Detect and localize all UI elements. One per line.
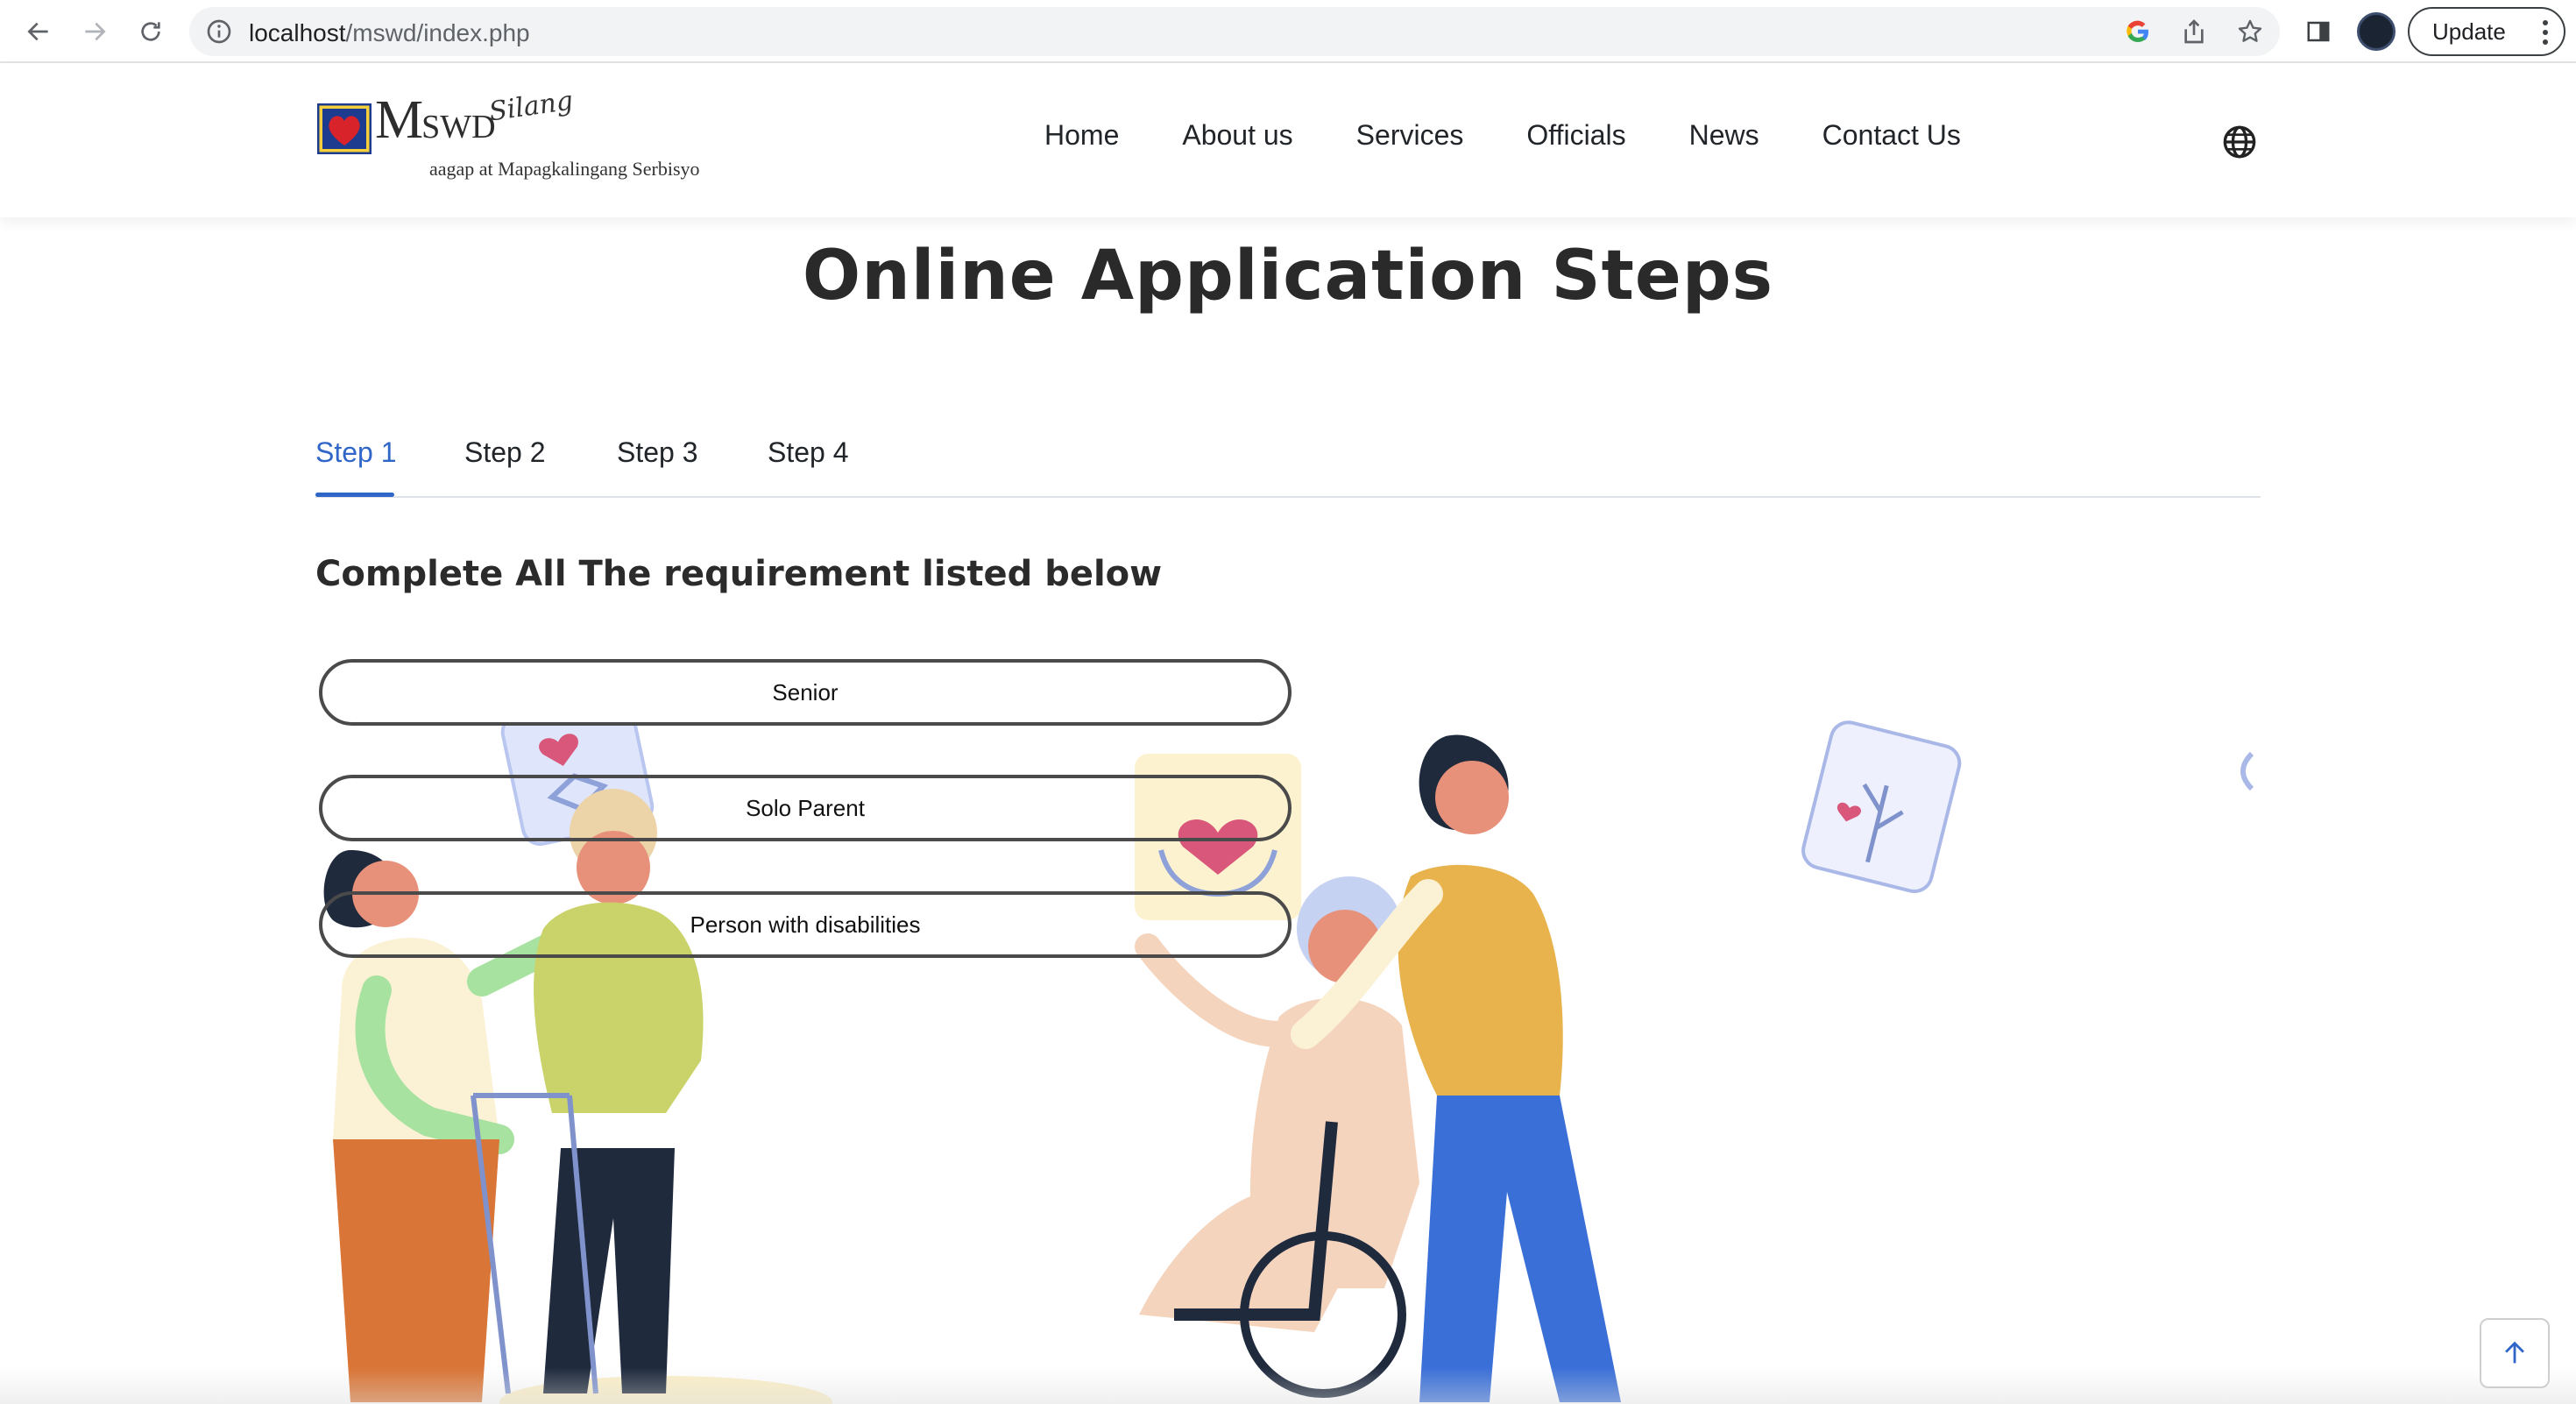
flower-card-icon: [1801, 720, 1962, 893]
bottom-shadow: [0, 1367, 2576, 1404]
step-tabs: Step 1 Step 2 Step 3 Step 4: [315, 431, 2261, 498]
dswd-shield-icon: [317, 103, 372, 154]
tab-step-3[interactable]: Step 3: [617, 436, 698, 469]
logo-tagline: aagap at Mapagkalingang Serbisyo: [429, 158, 700, 180]
nav-services[interactable]: Services: [1356, 119, 1464, 152]
mswd-logo[interactable]: MSWD Silang aagap at Mapagkalingang Serb…: [317, 85, 720, 196]
requirement-senior-button[interactable]: Senior: [319, 659, 1292, 726]
requirement-pwd-button[interactable]: Person with disabilities: [319, 891, 1292, 958]
tab-step-1[interactable]: Step 1: [315, 436, 397, 469]
google-icon[interactable]: [2124, 18, 2152, 46]
more-vert-icon: [2543, 20, 2548, 45]
logo-brand-small: SWD: [421, 109, 496, 145]
update-label: Update: [2432, 18, 2506, 45]
info-icon: [207, 19, 231, 44]
requirement-solo-parent-button[interactable]: Solo Parent: [319, 775, 1292, 841]
reload-icon: [141, 22, 160, 41]
update-button[interactable]: Update: [2408, 7, 2565, 56]
globe-icon[interactable]: [2222, 124, 2257, 160]
active-tab-indicator: [315, 493, 394, 497]
side-panel-icon[interactable]: [2301, 14, 2336, 49]
url-text: localhost/mswd/index.php: [249, 19, 530, 47]
address-bar[interactable]: localhost/mswd/index.php: [189, 7, 2280, 56]
nav-news[interactable]: News: [1689, 119, 1759, 152]
arrow-left-icon: [27, 22, 48, 41]
arrow-up-icon: [2505, 1341, 2524, 1364]
tab-step-4[interactable]: Step 4: [768, 436, 849, 469]
section-heading: Complete All The requirement listed belo…: [315, 554, 1163, 594]
page-title: Online Application Steps: [802, 237, 1774, 316]
profile-avatar[interactable]: [2357, 12, 2396, 51]
tab-step-2[interactable]: Step 2: [464, 436, 546, 469]
url-path: /mswd/index.php: [345, 19, 530, 46]
bookmark-star-icon[interactable]: [2236, 18, 2264, 46]
arrow-right-icon: [85, 22, 106, 41]
nav-officials[interactable]: Officials: [1526, 119, 1625, 152]
logo-brand-big: M: [375, 90, 423, 150]
url-host: localhost: [249, 19, 346, 46]
main-nav: Home About us Services Officials News Co…: [1044, 119, 2024, 152]
scroll-to-top-button[interactable]: [2480, 1318, 2550, 1388]
logo-brand: MSWD: [375, 93, 496, 147]
nav-home[interactable]: Home: [1044, 119, 1119, 152]
reload-button[interactable]: [130, 11, 172, 53]
share-icon[interactable]: [2180, 18, 2208, 46]
back-button[interactable]: [18, 11, 60, 53]
browser-toolbar: localhost/mswd/index.php Update: [0, 0, 2576, 63]
nav-contact-us[interactable]: Contact Us: [1822, 119, 1961, 152]
site-header: MSWD Silang aagap at Mapagkalingang Serb…: [0, 63, 2576, 217]
elderly-man-figure: [471, 789, 704, 1394]
logo-script: Silang: [487, 85, 576, 128]
forward-button[interactable]: [74, 11, 116, 53]
nav-about-us[interactable]: About us: [1182, 119, 1292, 152]
